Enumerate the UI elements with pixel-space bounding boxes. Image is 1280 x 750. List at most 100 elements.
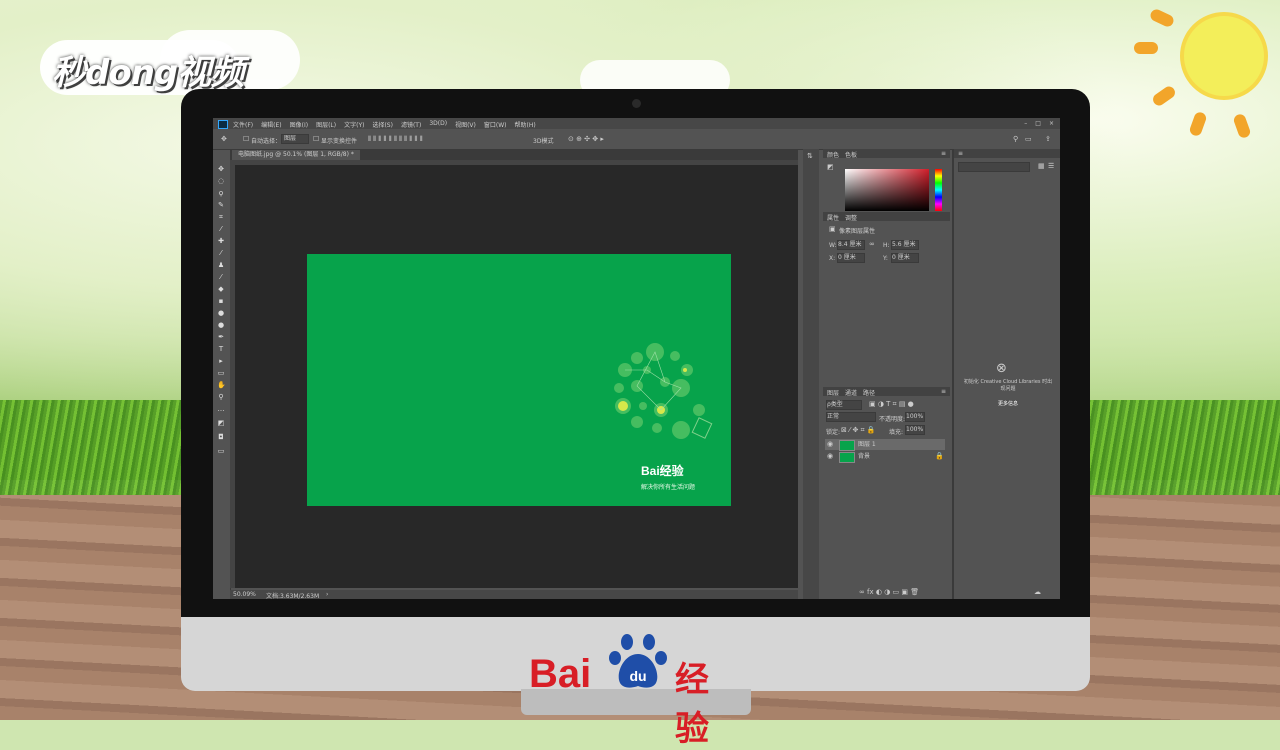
maximize-icon[interactable]: □	[1035, 120, 1041, 127]
tools-panel: ✥ ◌ ϙ ✎ ⌗ ⁄ ✚ ⁄ ♟ ⁄ ◆ ▪ ● ● ✒ T ▸ ▭ ✋ ⚲ …	[213, 160, 231, 590]
menu-3d[interactable]: 3D(D)	[429, 120, 447, 129]
menu-type[interactable]: 文字(Y)	[344, 120, 364, 129]
webcam	[632, 99, 641, 108]
fill-label: 填充:	[889, 429, 904, 436]
list-view-icon[interactable]: ☰	[1048, 163, 1054, 170]
move-icon[interactable]: ✥	[217, 166, 225, 173]
height-field[interactable]: 5.6 厘米	[891, 240, 919, 250]
hand-icon[interactable]: ✋	[217, 382, 226, 389]
x-label: X:	[829, 255, 836, 262]
history-brush-icon[interactable]: ⁄	[217, 274, 225, 281]
baidu-paw-icon: du	[609, 634, 667, 688]
lock-icons[interactable]: ⊠ ⁄ ✥ ⌗ 🔒	[841, 427, 875, 434]
eraser-icon[interactable]: ◆	[217, 286, 225, 293]
layer-row[interactable]: ◉ 图层 1	[825, 439, 945, 451]
minimize-icon[interactable]: –	[1024, 120, 1027, 127]
shape-icon[interactable]: ▭	[217, 370, 225, 377]
layers-menu-icon[interactable]: ≡	[941, 388, 946, 395]
3d-icons[interactable]: ⊙ ⊕ ✣ ✥ ▸	[568, 136, 604, 143]
menu-image[interactable]: 图像(I)	[290, 120, 308, 129]
show-transform-checkbox[interactable]: ☐	[313, 136, 319, 143]
blur-icon[interactable]: ●	[217, 310, 225, 317]
more-tools-icon[interactable]: …	[217, 406, 225, 413]
menu-layer[interactable]: 图层(L)	[316, 120, 336, 129]
canvas-area[interactable]: Bai经验 解决你所有生活问题	[235, 165, 798, 588]
layer-row[interactable]: ◉ 背景 🔒	[825, 451, 945, 463]
color-picker-field[interactable]	[845, 169, 929, 211]
brush-icon[interactable]: ⁄	[217, 250, 225, 257]
fill-field[interactable]: 100%	[905, 425, 925, 435]
w-label: W:	[829, 242, 837, 249]
tab-adjustments[interactable]: 调整	[845, 213, 857, 222]
move-tool-icon[interactable]: ✥	[221, 136, 227, 143]
healing-icon[interactable]: ✚	[217, 238, 225, 245]
library-search-input[interactable]	[958, 162, 1030, 172]
layer-actions-icons[interactable]: ∞ fx ◐ ◑ ▭ ▣ 🗑	[859, 589, 919, 596]
blend-mode-dropdown[interactable]: 正常	[826, 412, 876, 422]
layer-thumbnail	[839, 440, 855, 451]
cloud-sync-icon[interactable]: ☁	[1034, 589, 1041, 596]
eye-icon[interactable]: ◉	[827, 453, 833, 460]
pen-icon[interactable]: ✒	[217, 334, 225, 341]
grid-view-icon[interactable]: ▦	[1038, 163, 1045, 170]
hue-slider[interactable]	[935, 169, 942, 211]
chevron-right-icon[interactable]: ›	[326, 591, 328, 598]
panel-menu-icon[interactable]: ≡	[941, 150, 946, 157]
3d-mode-label: 3D模式	[533, 138, 554, 145]
x-field[interactable]: 0 厘米	[837, 253, 865, 263]
menu-file[interactable]: 文件(F)	[233, 120, 253, 129]
opacity-field[interactable]: 100%	[905, 412, 925, 422]
menu-view[interactable]: 视图(V)	[455, 120, 476, 129]
y-field[interactable]: 0 厘米	[891, 253, 919, 263]
dodge-icon[interactable]: ●	[217, 322, 225, 329]
document-image[interactable]: Bai经验 解决你所有生活问题	[307, 254, 731, 506]
eye-icon[interactable]: ◉	[827, 441, 833, 448]
tab-properties[interactable]: 属性	[827, 213, 839, 222]
quick-select-icon[interactable]: ✎	[217, 202, 225, 209]
link-icon[interactable]: ∞	[869, 241, 875, 248]
menu-bar: 文件(F) 编辑(E) 图像(I) 图层(L) 文字(Y) 选择(S) 滤镜(T…	[213, 118, 1060, 129]
document-tab[interactable]: 电脑图纸.jpg @ 50.1% (图层 1, RGB/8) *	[232, 150, 360, 160]
more-info-link[interactable]: 更多信息	[962, 400, 1054, 407]
layer-select-dropdown[interactable]: 图层	[281, 134, 309, 144]
menu-help[interactable]: 帮助(H)	[515, 120, 536, 129]
stamp-icon[interactable]: ♟	[217, 262, 225, 269]
show-transform-label: 显示变换控件	[321, 138, 358, 145]
close-icon[interactable]: ×	[1049, 120, 1054, 127]
search-icon[interactable]: ⚲	[1013, 136, 1018, 143]
tab-paths[interactable]: 路径	[863, 388, 875, 397]
width-field[interactable]: 8.4 厘米	[837, 240, 865, 250]
bulb-illustration	[614, 343, 713, 439]
lasso-icon[interactable]: ϙ	[217, 190, 225, 197]
layer-filter-icons[interactable]: ▣ ◑ T ⌗ ▤ ●	[869, 401, 914, 408]
tab-color[interactable]: 颜色	[827, 150, 839, 159]
quick-mask-icon[interactable]: ◘	[217, 434, 225, 441]
panel-dock-collapsed: ⇅	[803, 149, 819, 599]
menu-window[interactable]: 窗口(W)	[484, 120, 507, 129]
gradient-icon[interactable]: ▪	[217, 298, 225, 305]
baidu-jingyan-logo: Bai经验	[641, 464, 684, 478]
libraries-tab-icon[interactable]: ≡	[958, 150, 963, 157]
fg-bg-color-icon[interactable]: ◩	[217, 420, 225, 427]
menu-select[interactable]: 选择(S)	[372, 120, 393, 129]
marquee-icon[interactable]: ◌	[217, 178, 225, 185]
crop-icon[interactable]: ⌗	[217, 214, 225, 221]
menu-edit[interactable]: 编辑(E)	[261, 120, 281, 129]
zoom-level[interactable]: 50.09%	[233, 591, 256, 598]
tab-swatches[interactable]: 色板	[845, 150, 857, 159]
path-select-icon[interactable]: ▸	[217, 358, 225, 365]
screen-mode-icon[interactable]: ▭	[217, 448, 225, 455]
menu-filter[interactable]: 滤镜(T)	[401, 120, 421, 129]
align-icons[interactable]: ⫴ ⫴ ⫴ ⫴ ⫴ ⫴ ⫴ ⫴ ⫴ ⫴ ⫴	[368, 136, 423, 143]
share-icon[interactable]: ⇪	[1045, 136, 1051, 143]
zoom-icon[interactable]: ⚲	[217, 394, 225, 401]
workspace-icon[interactable]: ▭	[1025, 136, 1032, 143]
tab-layers[interactable]: 图层	[827, 388, 839, 397]
fg-color-swatch-icon[interactable]: ◩	[827, 164, 834, 171]
tab-channels[interactable]: 通道	[845, 388, 857, 397]
auto-select-checkbox[interactable]: ☐	[243, 136, 249, 143]
type-icon[interactable]: T	[217, 346, 225, 353]
layer-kind-filter[interactable]: ρ类型	[826, 400, 862, 410]
history-icon[interactable]: ⇅	[807, 153, 813, 160]
eyedropper-icon[interactable]: ⁄	[217, 226, 225, 233]
